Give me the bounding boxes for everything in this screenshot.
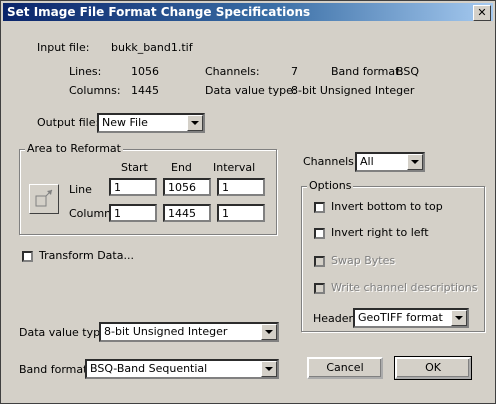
window-frame <box>0 0 496 404</box>
